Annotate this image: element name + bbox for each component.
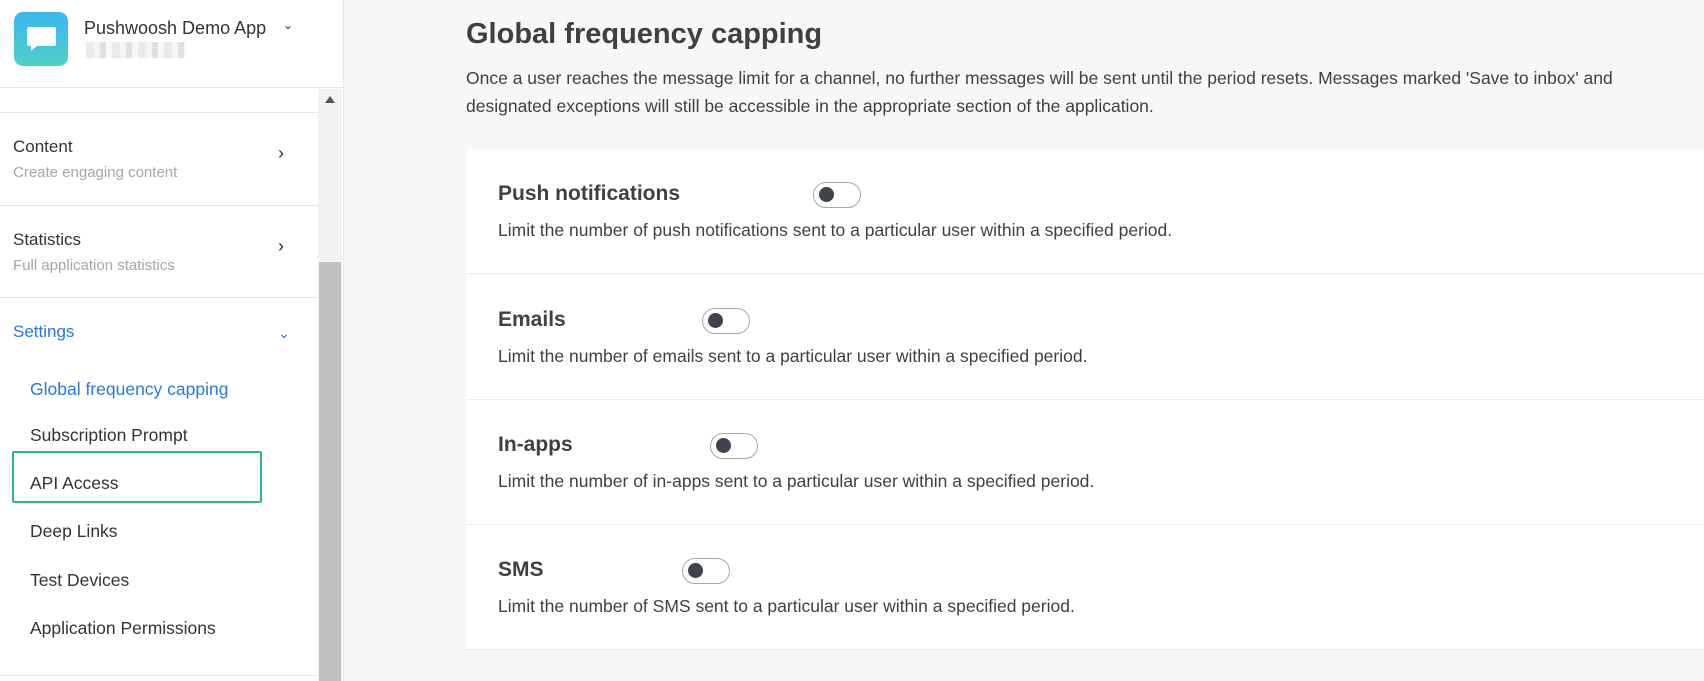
sidebar-item-subtitle: Create engaging content [13,164,178,181]
sidebar-item-title: Content [13,137,73,156]
sidebar: Pushwoosh Demo App ⌄ Content Create enga… [0,0,344,681]
channel-title: Push notifications [498,182,681,205]
channel-card-push: Push notifications Limit the number of p… [466,149,1704,274]
scroll-up-arrow-icon[interactable] [325,96,335,103]
emails-toggle[interactable] [702,308,750,334]
sidebar-subitem-subscription-prompt[interactable]: Subscription Prompt [30,425,188,446]
sidebar-item-title: Settings [13,322,75,341]
sidebar-subitem-global-frequency-capping[interactable]: Global frequency capping [30,379,228,400]
sidebar-subitem-api-access[interactable]: API Access [30,473,119,494]
sidebar-scrollbar-thumb[interactable] [319,262,341,681]
toggle-knob [716,438,731,453]
channel-title: In-apps [498,433,573,456]
channel-description: Limit the number of in-apps sent to a pa… [498,471,1095,491]
divider [0,675,318,676]
app-name[interactable]: Pushwoosh Demo App [84,18,266,39]
channel-card-emails: Emails Limit the number of emails sent t… [466,275,1704,400]
channel-description: Limit the number of emails sent to a par… [498,346,1088,366]
app-id-redacted [86,42,186,58]
channel-description: Limit the number of push notifications s… [498,220,1173,240]
channel-card-sms: SMS Limit the number of SMS sent to a pa… [466,525,1704,650]
app-switcher[interactable]: Pushwoosh Demo App ⌄ [0,0,343,88]
toggle-knob [819,187,834,202]
chevron-right-icon: › [278,236,284,256]
in-apps-toggle[interactable] [710,433,758,459]
channel-card-in-apps: In-apps Limit the number of in-apps sent… [466,400,1704,525]
sidebar-subitem-test-devices[interactable]: Test Devices [30,570,129,591]
sidebar-item-subtitle: Full application statistics [13,257,175,274]
push-notifications-toggle[interactable] [813,182,861,208]
sidebar-item-settings[interactable]: Settings ⌄ [0,298,318,390]
chevron-right-icon: › [278,143,284,163]
chat-bubble-icon [14,12,68,66]
toggle-knob [708,313,723,328]
sidebar-item-title: Statistics [13,230,82,249]
channel-title: Emails [498,308,566,331]
toggle-knob [688,563,703,578]
sms-toggle[interactable] [682,558,730,584]
sidebar-item-content[interactable]: Content Create engaging content › [0,113,318,205]
page-title: Global frequency capping [466,18,823,50]
main-content: Global frequency capping Once a user rea… [344,0,1704,681]
sidebar-item-statistics[interactable]: Statistics Full application statistics › [0,206,318,298]
page-description: Once a user reaches the message limit fo… [466,68,1613,116]
channel-description: Limit the number of SMS sent to a partic… [498,596,1075,616]
sidebar-nav: Content Create engaging content › Statis… [0,89,318,681]
chevron-down-icon: ⌄ [278,325,290,341]
sidebar-subitem-application-permissions[interactable]: Application Permissions [30,618,216,639]
sidebar-subitem-deep-links[interactable]: Deep Links [30,521,118,542]
channel-title: SMS [498,558,544,581]
chevron-down-icon[interactable]: ⌄ [283,18,293,32]
